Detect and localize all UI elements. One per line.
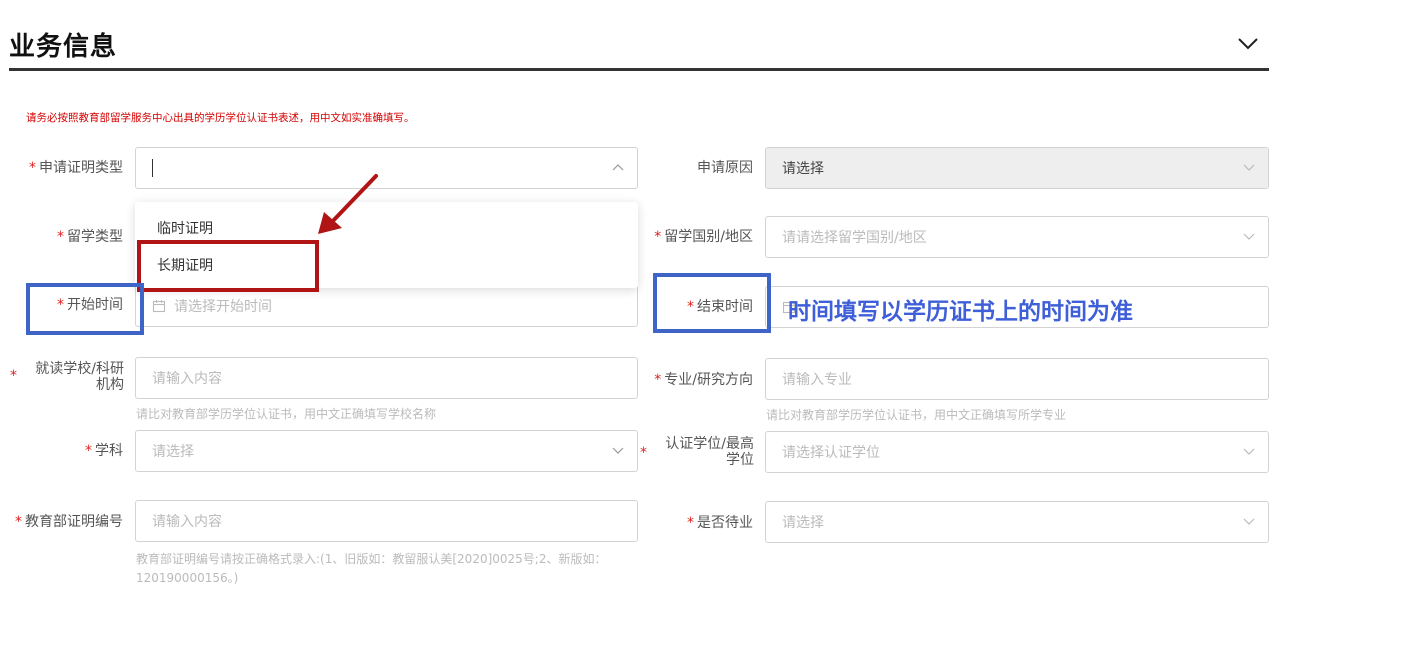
chevron-down-icon[interactable] [1236, 34, 1260, 52]
required-mark: * [10, 368, 17, 384]
apply-reason-label: 申请原因 [697, 160, 753, 176]
study-type-label: * 留学类型 [57, 229, 123, 245]
annotation-blue-box-end [653, 273, 771, 333]
school-label: 就读学校/科研机构 [35, 361, 124, 393]
arrow-annotation [318, 174, 378, 234]
annotation-red-box [137, 240, 319, 292]
apply-reason-select[interactable]: 请选择 [765, 147, 1269, 189]
moe-cert-no-hint: 教育部证明编号请按正确格式录入:(1、旧版如：教留服认美[2020]0025号;… [136, 552, 607, 585]
degree-label: 认证学位/最高学位 [665, 436, 754, 468]
notice-text: 请务必按照教育部留学服务中心出具的学历学位认证书表述，用中文如实准确填写。 [26, 112, 415, 124]
school-hint: 请比对教育部学历学位认证书，用中文正确填写学校名称 [136, 407, 437, 421]
study-country-select[interactable]: 请请选择留学国别/地区 [765, 216, 1269, 258]
cert-type-label: * 申请证明类型 [29, 160, 123, 176]
required-mark: * [640, 445, 647, 461]
text-cursor [152, 159, 153, 177]
unemployed-label: * 是否待业 [687, 515, 753, 531]
school-input[interactable]: 请输入内容 [135, 357, 638, 399]
chevron-down-icon [612, 447, 624, 454]
chevron-up-icon [612, 164, 624, 171]
chevron-down-icon [1243, 448, 1255, 455]
major-input[interactable]: 请输入专业 [765, 358, 1269, 400]
chevron-down-icon [1243, 518, 1255, 525]
major-hint: 请比对教育部学历学位认证书，用中文正确填写所学专业 [766, 408, 1067, 422]
chevron-down-icon [1243, 164, 1255, 171]
major-label: * 专业/研究方向 [654, 372, 753, 388]
unemployed-select[interactable]: 请选择 [765, 501, 1269, 543]
moe-cert-no-input[interactable]: 请输入内容 [135, 500, 638, 542]
degree-select[interactable]: 请选择认证学位 [765, 431, 1269, 473]
section-title: 业务信息 [9, 32, 118, 62]
annotation-text: 时间填写以学历证书上的时间为准 [788, 299, 1133, 325]
annotation-blue-box-start [26, 283, 144, 335]
subject-label: * 学科 [85, 443, 123, 459]
chevron-down-icon [1243, 233, 1255, 240]
subject-select[interactable]: 请选择 [135, 430, 638, 472]
option-temporary-cert[interactable]: 临时证明 [157, 218, 213, 238]
section-divider [9, 68, 1269, 71]
calendar-icon [152, 300, 166, 313]
study-country-label: * 留学国别/地区 [654, 229, 753, 245]
moe-cert-no-label: * 教育部证明编号 [15, 514, 123, 530]
